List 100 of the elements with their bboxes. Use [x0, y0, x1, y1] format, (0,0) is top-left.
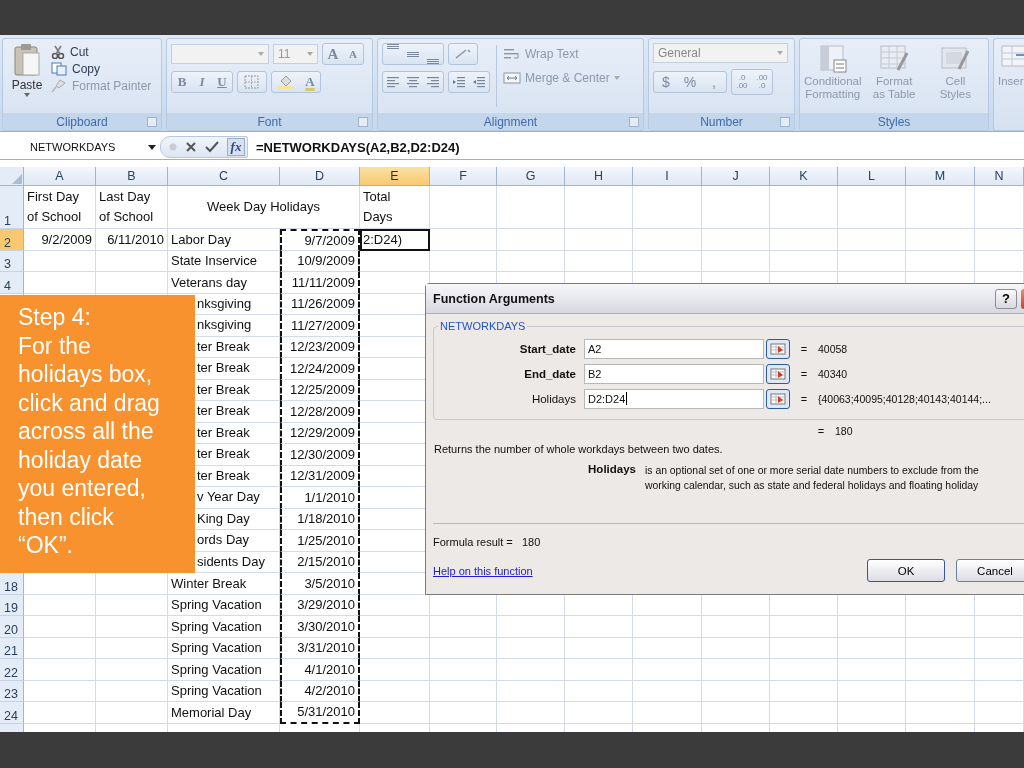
dialog-launcher-icon[interactable] — [147, 117, 157, 127]
column-header[interactable]: I — [633, 167, 702, 186]
dialog-launcher-icon[interactable] — [358, 117, 368, 127]
name-box[interactable]: NETWORKDAYS — [0, 136, 160, 158]
argument-value: 40340 — [818, 367, 848, 380]
insert-function-button[interactable]: fx — [227, 138, 245, 156]
group-label: Clipboard — [56, 114, 108, 129]
table-cell — [770, 616, 838, 638]
row-header[interactable]: 18 — [0, 573, 24, 595]
column-header[interactable]: F — [430, 167, 497, 186]
column-header[interactable]: K — [770, 167, 838, 186]
row-header[interactable]: 22 — [0, 659, 24, 681]
column-header[interactable]: H — [565, 167, 633, 186]
cancel-icon[interactable] — [185, 141, 197, 153]
table-cell — [975, 229, 1024, 251]
table-cell: Spring Vacation — [168, 680, 280, 702]
column-header[interactable]: N — [975, 167, 1024, 186]
group-label: Styles — [877, 114, 911, 129]
paint-bucket-icon — [277, 75, 295, 89]
table-cell — [430, 637, 497, 659]
table-cell — [96, 250, 168, 272]
table-cell: nksgiving — [197, 295, 252, 312]
collapse-dialog-button[interactable] — [766, 363, 790, 384]
help-link[interactable]: Help on this function — [433, 564, 867, 577]
table-cell — [702, 229, 770, 251]
caret-icon — [777, 51, 783, 55]
table-cell: Week Day Holidays — [168, 186, 360, 229]
table-cell: 1/1/2010 — [280, 487, 360, 509]
table-cell — [430, 616, 497, 638]
column-header[interactable]: B — [96, 167, 168, 186]
table-cell — [96, 272, 168, 294]
function-value: 180 — [835, 425, 853, 437]
table-cell: 3/5/2010 — [280, 573, 360, 595]
table-cell — [975, 186, 1024, 229]
argument-field[interactable]: D2:D24 — [584, 388, 764, 409]
column-header[interactable]: D — [280, 167, 360, 186]
table-cell: 1/18/2010 — [280, 508, 360, 530]
table-cell — [702, 659, 770, 681]
collapse-dialog-button[interactable] — [766, 388, 790, 409]
argument-field[interactable]: A2 — [584, 338, 764, 359]
table-cell — [430, 659, 497, 681]
select-all-corner[interactable] — [0, 167, 24, 186]
row-header[interactable]: 4 — [0, 272, 24, 294]
table-cell: 12/31/2009 — [280, 465, 360, 487]
table-cell — [702, 637, 770, 659]
equals-sign: = — [799, 392, 809, 405]
column-header[interactable]: M — [906, 167, 975, 186]
font-name-field[interactable] — [171, 44, 269, 64]
argument-field[interactable]: B2 — [584, 363, 764, 384]
copy-icon — [51, 62, 67, 76]
equals-sign: = — [799, 367, 809, 380]
column-header[interactable]: G — [497, 167, 565, 186]
collapse-dialog-button[interactable] — [766, 338, 790, 359]
help-button[interactable]: ? — [995, 288, 1017, 309]
table-cell — [565, 229, 633, 251]
table-cell — [96, 659, 168, 681]
table-cell — [565, 659, 633, 681]
table-cell — [906, 702, 975, 724]
cancel-button[interactable]: Cancel — [956, 559, 1024, 582]
column-header[interactable]: A — [24, 167, 96, 186]
triangle-icon — [11, 173, 23, 185]
table-cell: 12/24/2009 — [280, 358, 360, 380]
dialog-launcher-icon[interactable] — [629, 117, 639, 127]
table-cell: Spring Vacation — [168, 616, 280, 638]
table-cell — [565, 702, 633, 724]
table-cell — [633, 702, 702, 724]
dialog-launcher-icon[interactable] — [780, 117, 790, 127]
table-cell: Spring Vacation — [168, 594, 280, 616]
check-icon[interactable] — [205, 141, 219, 153]
argument-description: is an optional set of one or more serial date numbers to exclude from the working calendar, such as state and federal holidays and floating holiday — [645, 464, 979, 493]
column-header[interactable]: C — [168, 167, 280, 186]
table-cell: King Day — [197, 510, 250, 527]
row-header[interactable]: 19 — [0, 594, 24, 616]
table-cell: Last Day of School — [96, 186, 168, 229]
row-header[interactable]: 3 — [0, 250, 24, 272]
row-header[interactable]: 1 — [0, 186, 24, 229]
table-cell: Veterans day — [168, 272, 280, 294]
column-header[interactable]: E — [360, 167, 430, 186]
range-select-icon — [770, 367, 786, 380]
table-cell — [633, 616, 702, 638]
paste-button[interactable]: Paste — [7, 43, 47, 113]
table-cell: State Inservice — [168, 250, 280, 272]
row-header[interactable]: 23 — [0, 680, 24, 702]
column-header[interactable]: J — [702, 167, 770, 186]
cut-button[interactable]: Cut — [51, 45, 152, 59]
table-cell — [906, 659, 975, 681]
row-header[interactable]: 21 — [0, 637, 24, 659]
row-header[interactable]: 2 — [0, 229, 24, 251]
column-header[interactable]: L — [838, 167, 906, 186]
copy-button[interactable]: Copy — [51, 62, 152, 76]
row-header[interactable]: 24 — [0, 702, 24, 724]
table-cell: 4/2/2010 — [280, 680, 360, 702]
table-cell — [565, 680, 633, 702]
ok-button[interactable]: OK — [867, 559, 945, 582]
argument-label: End_date — [523, 367, 577, 380]
table-cell — [633, 659, 702, 681]
table-cell: ter Break — [197, 360, 250, 377]
row-header[interactable]: 20 — [0, 616, 24, 638]
table-cell — [96, 702, 168, 724]
formula-field[interactable]: =NETWORKDAYS(A2,B2,D2:D24) — [248, 139, 460, 155]
